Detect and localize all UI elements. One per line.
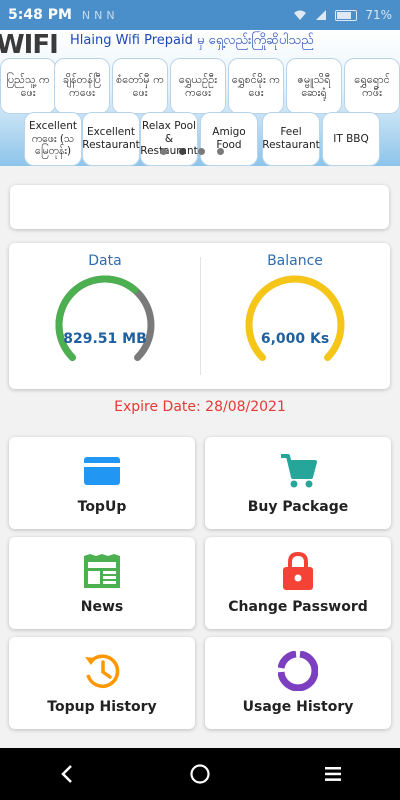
- tile-label: TopUp: [77, 499, 127, 515]
- tile-label: Usage History: [242, 699, 354, 715]
- system-nav-bar: [0, 748, 400, 800]
- venue-tile[interactable]: ရွှေရောင် ကဖီး: [344, 58, 400, 114]
- tile-label: Buy Package: [247, 499, 349, 515]
- venue-tile[interactable]: ဇမ္ဗူသိရီ ဆေးရုံ: [286, 58, 342, 114]
- news-button[interactable]: News: [9, 537, 195, 629]
- venue-tile[interactable]: Feel Restaurant: [262, 112, 320, 166]
- donut-chart-icon: [278, 651, 318, 691]
- data-gauge-ring: [55, 275, 155, 362]
- expire-date: Expire Date: 28/08/2021: [114, 399, 286, 415]
- recents-icon[interactable]: [303, 754, 363, 794]
- venue-tile[interactable]: ပြည်သူ့ ကဖေး: [0, 58, 56, 114]
- status-right: 71%: [293, 8, 392, 22]
- balance-gauge: Balance 6,000 Ks: [205, 253, 385, 377]
- venue-tile[interactable]: ချိန်တန်ပြီ ကဖေး: [54, 58, 110, 114]
- tile-label: Topup History: [47, 699, 157, 715]
- usage-history-button[interactable]: Usage History: [205, 637, 391, 729]
- info-card: [10, 185, 389, 229]
- carousel-dot[interactable]: [217, 148, 224, 155]
- divider: [200, 257, 201, 375]
- signal-icon: [316, 10, 327, 20]
- notification-icons: N N N: [82, 9, 115, 22]
- brand-logo: WIFI: [0, 30, 59, 60]
- balance-value: 6,000 Ks: [260, 331, 330, 347]
- buy-package-button[interactable]: Buy Package: [205, 437, 391, 529]
- notification-icon: N: [94, 8, 103, 22]
- back-icon[interactable]: [37, 754, 97, 794]
- venue-tile[interactable]: Relax Pool & Restaurant: [140, 112, 198, 166]
- status-time: 5:48 PM: [8, 7, 72, 23]
- data-remaining-value: 829.51 MB: [63, 331, 147, 347]
- carousel-dot[interactable]: [198, 148, 205, 155]
- status-bar: 5:48 PM N N N 71%: [0, 0, 400, 30]
- venue-tile[interactable]: Excellent ကဖေး (သမြေတုန်း): [24, 112, 82, 166]
- battery-percent: 71%: [365, 8, 392, 22]
- shopping-cart-icon: [278, 451, 318, 491]
- venue-tile[interactable]: Excellent Restaurant: [82, 112, 140, 166]
- history-icon: [82, 651, 122, 691]
- notification-icon: N: [81, 8, 91, 22]
- venue-tile[interactable]: Amigo Food: [200, 112, 258, 166]
- balance-gauge-title: Balance: [267, 253, 323, 269]
- venue-tile[interactable]: ရွှေယဉ်ဦး ကဖေး: [170, 58, 226, 114]
- venue-tile[interactable]: ရွှေစင်မိုး ကဖေး: [228, 58, 284, 114]
- notification-icon: N: [106, 8, 115, 22]
- carousel-dot-active[interactable]: [179, 148, 186, 155]
- balance-gauge-ring: [245, 275, 345, 362]
- carousel-indicator: [160, 148, 224, 155]
- home-icon[interactable]: [170, 754, 230, 794]
- topup-button[interactable]: TopUp: [9, 437, 195, 529]
- venue-tile[interactable]: IT BBQ: [322, 112, 380, 166]
- tile-label: News: [80, 599, 124, 615]
- topup-history-button[interactable]: Topup History: [9, 637, 195, 729]
- lock-icon: [278, 551, 318, 591]
- tile-label: Change Password: [228, 599, 368, 615]
- change-password-button[interactable]: Change Password: [205, 537, 391, 629]
- banner-marquee: Hlaing Wifi Prepaid မှ ရှေ့လည်းကြိုဆိုပါ…: [70, 33, 314, 48]
- venue-tile[interactable]: စံတော်မှီ ကဖေး: [112, 58, 168, 114]
- data-gauge-title: Data: [88, 253, 122, 269]
- usage-summary-card: Data 829.51 MB Balance 6,000 Ks: [9, 243, 390, 389]
- promo-banner[interactable]: WIFI Hlaing Wifi Prepaid မှ ရှေ့လည်းကြို…: [0, 30, 400, 166]
- newspaper-icon: [82, 551, 122, 591]
- data-gauge: Data 829.51 MB: [15, 253, 195, 377]
- credit-card-icon: [82, 451, 122, 491]
- battery-icon: [335, 9, 358, 21]
- carousel-dot[interactable]: [160, 148, 167, 155]
- wifi-icon: [294, 10, 307, 20]
